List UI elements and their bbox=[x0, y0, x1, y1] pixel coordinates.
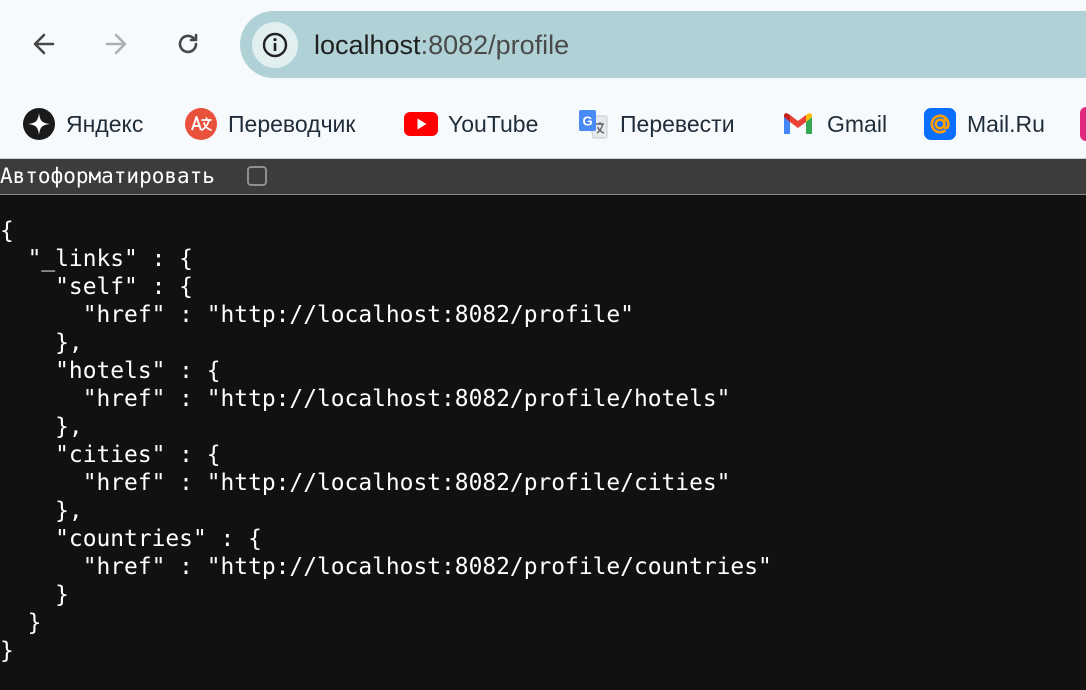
json-line: "countries" : { bbox=[0, 526, 262, 552]
url-host: localhost bbox=[314, 30, 421, 60]
autoformat-checkbox[interactable] bbox=[247, 166, 267, 186]
bookmark-label: YouTube bbox=[448, 110, 539, 137]
bookmarks-bar: Яндекс Переводчик YouTube G Перевести Gm… bbox=[0, 90, 1086, 158]
reload-button[interactable] bbox=[166, 22, 210, 66]
bookmark-youtube[interactable]: YouTube bbox=[404, 107, 538, 141]
json-line: } bbox=[0, 610, 42, 636]
json-line: "_links" : { bbox=[0, 246, 193, 272]
json-line: "hotels" : { bbox=[0, 358, 221, 384]
json-line: { bbox=[0, 218, 14, 244]
bookmark-google-translate[interactable]: G Перевести bbox=[576, 107, 735, 141]
partial-bookmark-icon[interactable] bbox=[1080, 107, 1086, 141]
info-icon[interactable] bbox=[252, 22, 298, 68]
bookmark-label: Mail.Ru bbox=[967, 110, 1045, 137]
arrow-left-icon bbox=[33, 33, 55, 55]
translator-icon bbox=[184, 107, 218, 141]
json-line: "href" : "http://localhost:8082/profile/… bbox=[0, 554, 772, 580]
autoformat-bar: Автоформатировать bbox=[0, 159, 1086, 195]
json-line: }, bbox=[0, 330, 83, 356]
youtube-icon bbox=[404, 107, 438, 141]
json-content: { "_links" : { "self" : { "href" : "http… bbox=[0, 217, 772, 665]
mailru-icon bbox=[923, 107, 957, 141]
bookmark-yandex[interactable]: Яндекс bbox=[22, 107, 143, 141]
json-line: "cities" : { bbox=[0, 442, 221, 468]
bookmark-label: Gmail bbox=[827, 110, 888, 137]
bookmark-translator[interactable]: Переводчик bbox=[184, 107, 355, 141]
gmail-icon bbox=[781, 107, 815, 141]
json-line: "self" : { bbox=[0, 274, 193, 300]
autoformat-label: Автоформатировать bbox=[0, 164, 215, 188]
bookmark-mailru[interactable]: Mail.Ru bbox=[923, 107, 1045, 141]
address-bar[interactable]: localhost:8082/profile bbox=[240, 11, 1086, 78]
bookmark-label: Переводчик bbox=[228, 110, 356, 137]
json-line: } bbox=[0, 638, 14, 664]
url-path: :8082/profile bbox=[420, 30, 570, 60]
json-line: }, bbox=[0, 498, 83, 524]
google-translate-icon: G bbox=[576, 107, 610, 141]
svg-text:G: G bbox=[582, 114, 592, 129]
url-text[interactable]: localhost:8082/profile bbox=[314, 29, 569, 61]
json-line: }, bbox=[0, 414, 83, 440]
json-line: "href" : "http://localhost:8082/profile/… bbox=[0, 386, 731, 412]
yandex-icon bbox=[22, 107, 56, 141]
bookmark-label: Яндекс bbox=[66, 110, 144, 137]
bookmark-gmail[interactable]: Gmail bbox=[781, 107, 887, 141]
browser-toolbar: localhost:8082/profile bbox=[0, 0, 1086, 90]
json-line: } bbox=[0, 582, 69, 608]
arrow-right-icon bbox=[105, 33, 127, 55]
json-line: "href" : "http://localhost:8082/profile" bbox=[0, 302, 634, 328]
json-line: "href" : "http://localhost:8082/profile/… bbox=[0, 470, 731, 496]
forward-button[interactable] bbox=[94, 22, 138, 66]
reload-icon bbox=[178, 33, 198, 54]
bookmark-label: Перевести bbox=[620, 110, 735, 137]
back-button[interactable] bbox=[22, 22, 66, 66]
